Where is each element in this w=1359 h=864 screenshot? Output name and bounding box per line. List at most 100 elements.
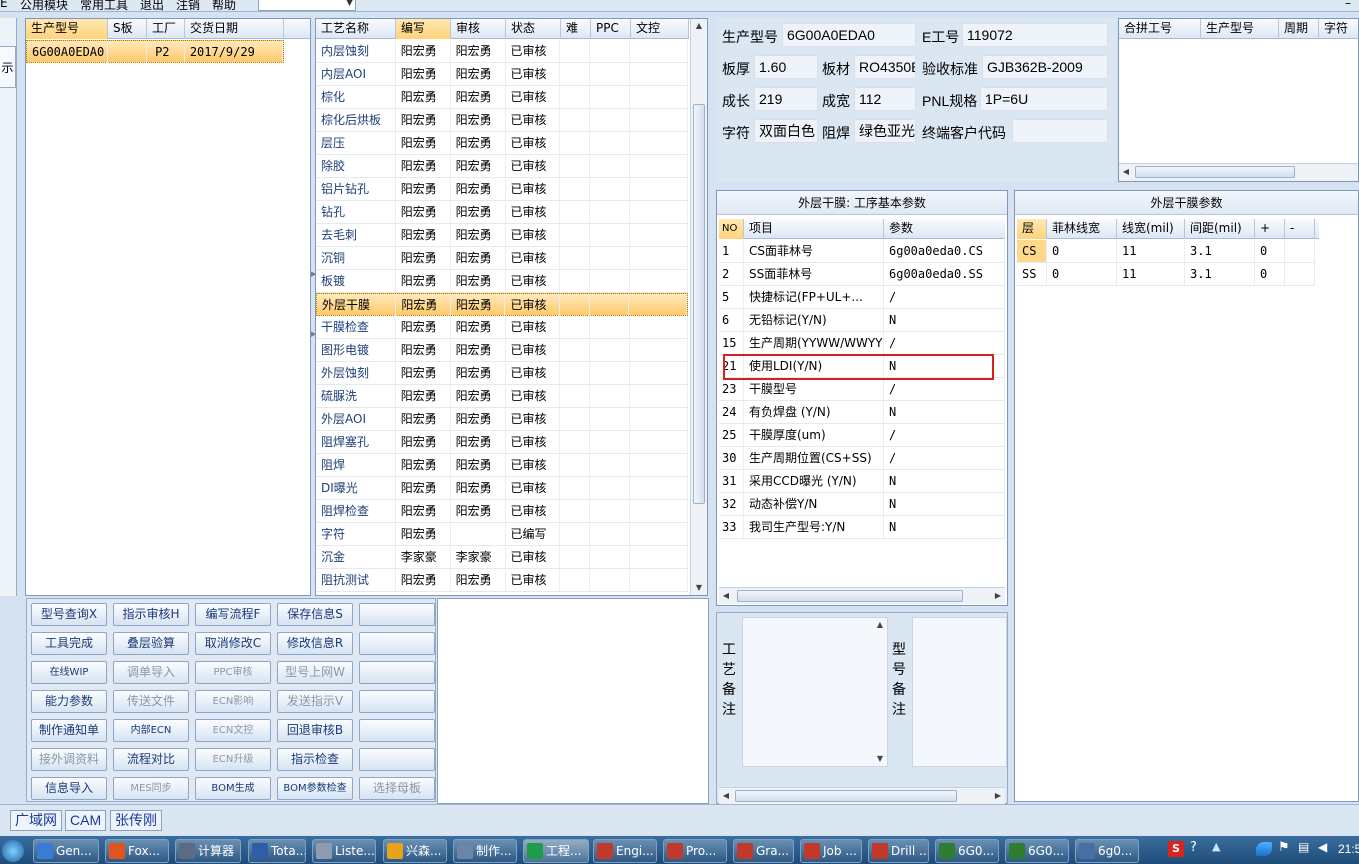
table-row[interactable]: CS 0 11 3.1 0: [1017, 240, 1315, 263]
clock[interactable]: 21:5: [1338, 842, 1359, 856]
action-button-6-1[interactable]: MES同步: [113, 777, 189, 800]
taskbar-item[interactable]: 制作...: [453, 839, 517, 863]
col-difficulty[interactable]: 难: [561, 19, 591, 39]
table-row[interactable]: 30 生产周期位置(CS+SS) /: [719, 447, 1005, 470]
action-button-4-1[interactable]: 内部ECN: [113, 719, 189, 742]
table-row[interactable]: 内层蚀刻 阳宏勇 阳宏勇 已审核: [316, 40, 689, 63]
memo-vscrollbar[interactable]: ▲ ▼: [873, 618, 887, 766]
table-row[interactable]: 24 有负焊盘 (Y/N) N: [719, 401, 1005, 424]
col-merge-cycle[interactable]: 周期: [1279, 19, 1319, 39]
table-row[interactable]: 除胶 阳宏勇 阳宏勇 已审核: [316, 155, 689, 178]
scroll-right-icon[interactable]: ▶: [991, 588, 1005, 604]
table-row[interactable]: 阻焊检查 阳宏勇 阳宏勇 已审核: [316, 500, 689, 523]
scroll-left-icon[interactable]: ◀: [719, 788, 733, 804]
table-row[interactable]: 干膜检查 阳宏勇 阳宏勇 已审核: [316, 316, 689, 339]
pnl-field[interactable]: 1P=6U: [980, 87, 1108, 111]
scroll-left-icon[interactable]: ◀: [719, 588, 733, 604]
taskbar-item[interactable]: 6G0...: [1005, 839, 1069, 863]
mask-field[interactable]: 绿色亚光: [854, 119, 916, 143]
taskbar-item[interactable]: Drill ...: [868, 839, 929, 863]
menu-exit[interactable]: 退出: [140, 0, 164, 11]
col-plus[interactable]: +: [1255, 219, 1285, 239]
table-row[interactable]: 31 采用CCD曝光 (Y/N) N: [719, 470, 1005, 493]
table-row[interactable]: 外层蚀刻 阳宏勇 阳宏勇 已审核: [316, 362, 689, 385]
customer-field[interactable]: [1012, 119, 1108, 143]
table-row[interactable]: 沉铜 阳宏勇 阳宏勇 已审核: [316, 247, 689, 270]
col-merge-model[interactable]: 生产型号: [1201, 19, 1279, 39]
scroll-right-icon[interactable]: ▶: [991, 788, 1005, 804]
action-button-4-4[interactable]: [359, 719, 435, 742]
thickness-field[interactable]: 1.60: [754, 55, 818, 79]
table-row[interactable]: 阻焊塞孔 阳宏勇 阳宏勇 已审核: [316, 431, 689, 454]
action-button-1-4[interactable]: [359, 632, 435, 655]
table-row[interactable]: 5 快捷标记(FP+UL+... /: [719, 286, 1005, 309]
minimize-button[interactable]: –: [1345, 0, 1351, 10]
col-film-width[interactable]: 菲林线宽: [1047, 219, 1117, 239]
table-row[interactable]: 铝片钻孔 阳宏勇 阳宏勇 已审核: [316, 178, 689, 201]
taskbar-item[interactable]: 计算器: [175, 839, 241, 863]
table-row[interactable]: 15 生产周期(YYWW/WWYY) /: [719, 332, 1005, 355]
col-merge-eno[interactable]: 合拼工号: [1119, 19, 1201, 39]
col-item[interactable]: 项目: [744, 219, 884, 239]
menu-common-modules[interactable]: 公用模块: [20, 0, 68, 11]
scroll-down-icon[interactable]: ▼: [691, 581, 707, 595]
col-process-name[interactable]: 工艺名称: [316, 19, 396, 39]
scroll-left-icon[interactable]: ◀: [1119, 164, 1133, 180]
action-button-3-3[interactable]: 发送指示V: [277, 690, 353, 713]
model-remark-textarea[interactable]: [912, 617, 1007, 767]
col-model[interactable]: 生产型号: [26, 19, 108, 39]
scroll-thumb[interactable]: [735, 790, 957, 802]
tray-flag-icon[interactable]: ⚑: [1278, 840, 1290, 855]
table-row[interactable]: 钻孔 阳宏勇 阳宏勇 已审核: [316, 201, 689, 224]
taskbar-item[interactable]: Fox...: [105, 839, 169, 863]
action-button-2-1[interactable]: 调单导入: [113, 661, 189, 684]
table-row[interactable]: SS 0 11 3.1 0: [1017, 263, 1315, 286]
table-row[interactable]: 6 无铅标记(Y/N) N: [719, 309, 1005, 332]
scroll-up-icon[interactable]: ▲: [873, 618, 887, 632]
action-button-0-0[interactable]: 型号查询X: [31, 603, 107, 626]
menu-common-tools[interactable]: 常用工具: [80, 0, 128, 11]
col-factory[interactable]: 工厂: [147, 19, 185, 39]
action-button-5-2[interactable]: ECN升级: [195, 748, 271, 771]
table-row[interactable]: 内层AOI 阳宏勇 阳宏勇 已审核: [316, 63, 689, 86]
action-button-2-4[interactable]: [359, 661, 435, 684]
taskbar-item[interactable]: Gen...: [33, 839, 99, 863]
table-row[interactable]: 字符 阳宏勇 已编写: [316, 523, 689, 546]
action-button-4-3[interactable]: 回退审核B: [277, 719, 353, 742]
taskbar-item[interactable]: Liste...: [312, 839, 376, 863]
process-vscrollbar[interactable]: ▲ ▼: [690, 19, 707, 595]
standard-field[interactable]: GJB362B-2009: [982, 55, 1108, 79]
action-button-0-4[interactable]: [359, 603, 435, 626]
table-row[interactable]: 棕化后烘板 阳宏勇 阳宏勇 已审核: [316, 109, 689, 132]
width-field[interactable]: 112: [854, 87, 916, 111]
process-remark-textarea[interactable]: ▲ ▼: [742, 617, 888, 767]
start-icon[interactable]: [2, 840, 24, 862]
action-button-1-3[interactable]: 修改信息R: [277, 632, 353, 655]
table-row[interactable]: 外层干膜 阳宏勇 阳宏勇 已审核: [316, 293, 688, 316]
scroll-up-icon[interactable]: ▲: [691, 19, 707, 33]
table-row[interactable]: 去毛刺 阳宏勇 阳宏勇 已审核: [316, 224, 689, 247]
table-row[interactable]: 棕化 阳宏勇 阳宏勇 已审核: [316, 86, 689, 109]
action-button-3-4[interactable]: [359, 690, 435, 713]
col-layer[interactable]: 层: [1017, 219, 1047, 239]
col-merge-char[interactable]: 字符: [1319, 19, 1358, 39]
table-row[interactable]: 外层AOI 阳宏勇 阳宏勇 已审核: [316, 408, 689, 431]
table-row[interactable]: 32 动态补偿Y/N N: [719, 493, 1005, 516]
taskbar-item[interactable]: 6G0...: [935, 839, 999, 863]
network-icon[interactable]: ▤: [1298, 840, 1309, 854]
action-button-5-3[interactable]: 指示检查: [277, 748, 353, 771]
action-button-5-4[interactable]: [359, 748, 435, 771]
menu-logout[interactable]: 注销: [176, 0, 200, 11]
col-reviewer[interactable]: 审核: [451, 19, 506, 39]
col-s-board[interactable]: S板: [108, 19, 147, 39]
material-field[interactable]: RO4350B: [854, 55, 916, 79]
merge-hscrollbar[interactable]: ◀: [1119, 163, 1358, 181]
taskbar-item[interactable]: Gra...: [733, 839, 794, 863]
left-dock-tab[interactable]: 示: [0, 46, 16, 88]
scroll-down-icon[interactable]: ▼: [873, 752, 887, 766]
action-button-6-2[interactable]: BOM生成: [195, 777, 271, 800]
col-param[interactable]: 参数: [884, 219, 1005, 239]
scroll-thumb[interactable]: [693, 104, 705, 504]
action-button-3-0[interactable]: 能力参数: [31, 690, 107, 713]
remarks-hscrollbar[interactable]: ◀ ▶: [719, 787, 1005, 804]
